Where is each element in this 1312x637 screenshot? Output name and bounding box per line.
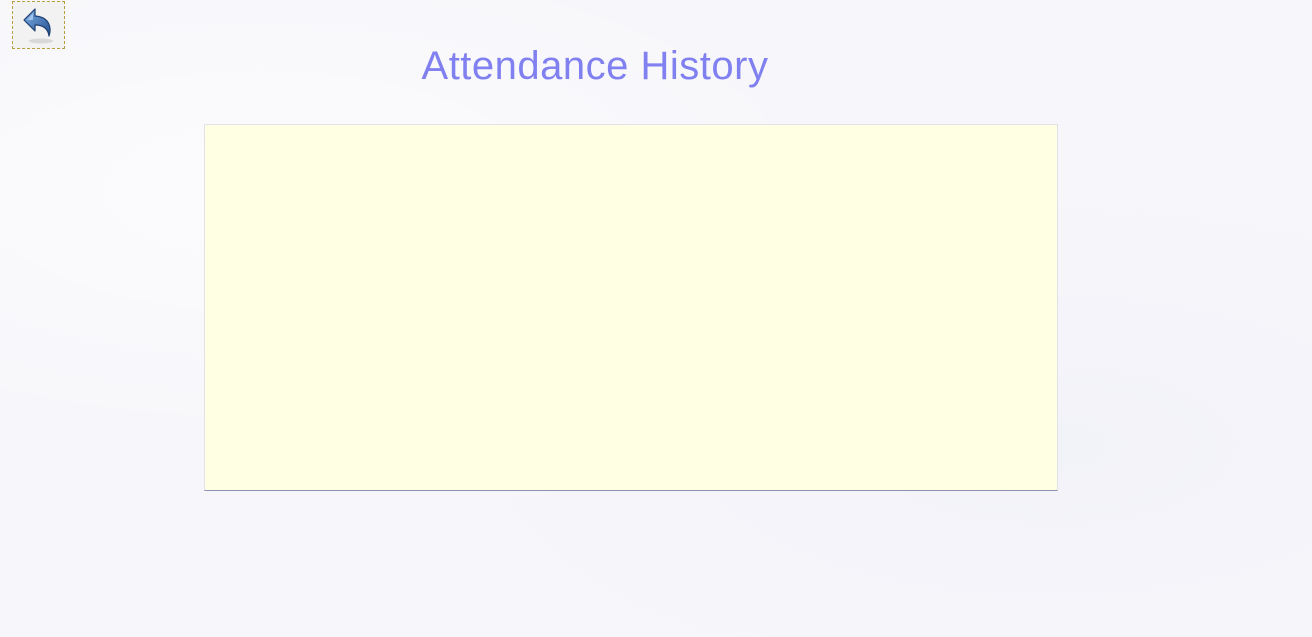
attendance-history-panel <box>204 124 1058 491</box>
back-button[interactable] <box>12 1 65 49</box>
page-title: Attendance History <box>421 44 769 88</box>
attendance-history-page: Attendance History <box>0 0 1312 637</box>
undo-arrow-icon <box>19 5 59 45</box>
